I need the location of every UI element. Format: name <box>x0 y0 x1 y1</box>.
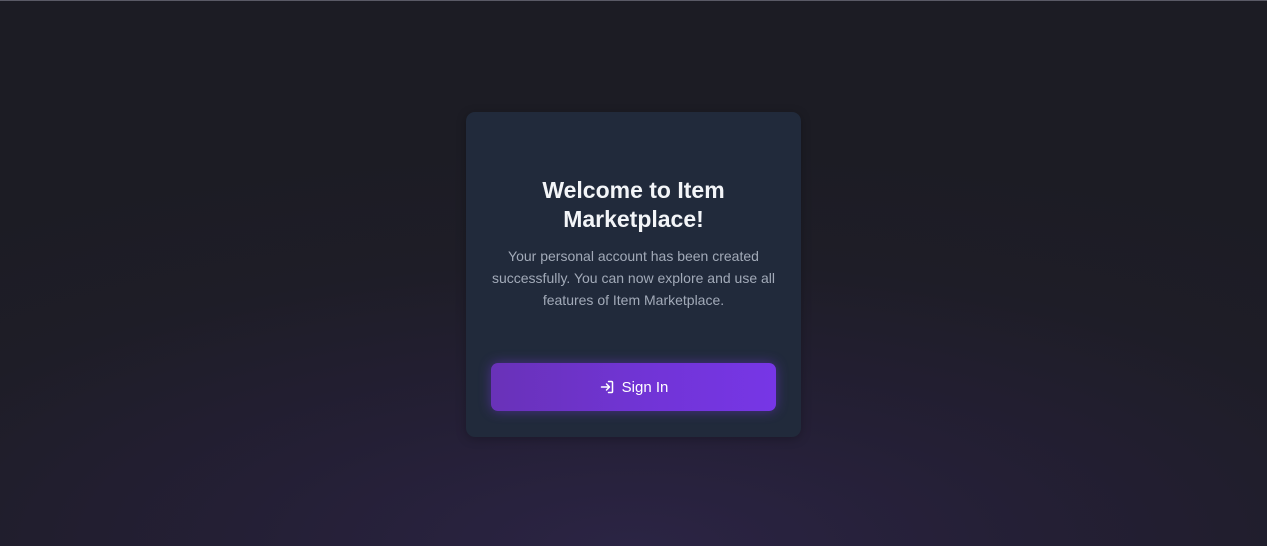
sign-in-label: Sign In <box>621 378 669 396</box>
welcome-card: Welcome to Item Marketplace! Your person… <box>466 112 801 437</box>
welcome-description: Your personal account has been created s… <box>491 248 776 308</box>
welcome-title: Welcome to Item Marketplace! <box>542 177 725 232</box>
sign-in-button[interactable]: Sign In <box>491 363 776 411</box>
sign-in-icon <box>599 379 615 395</box>
